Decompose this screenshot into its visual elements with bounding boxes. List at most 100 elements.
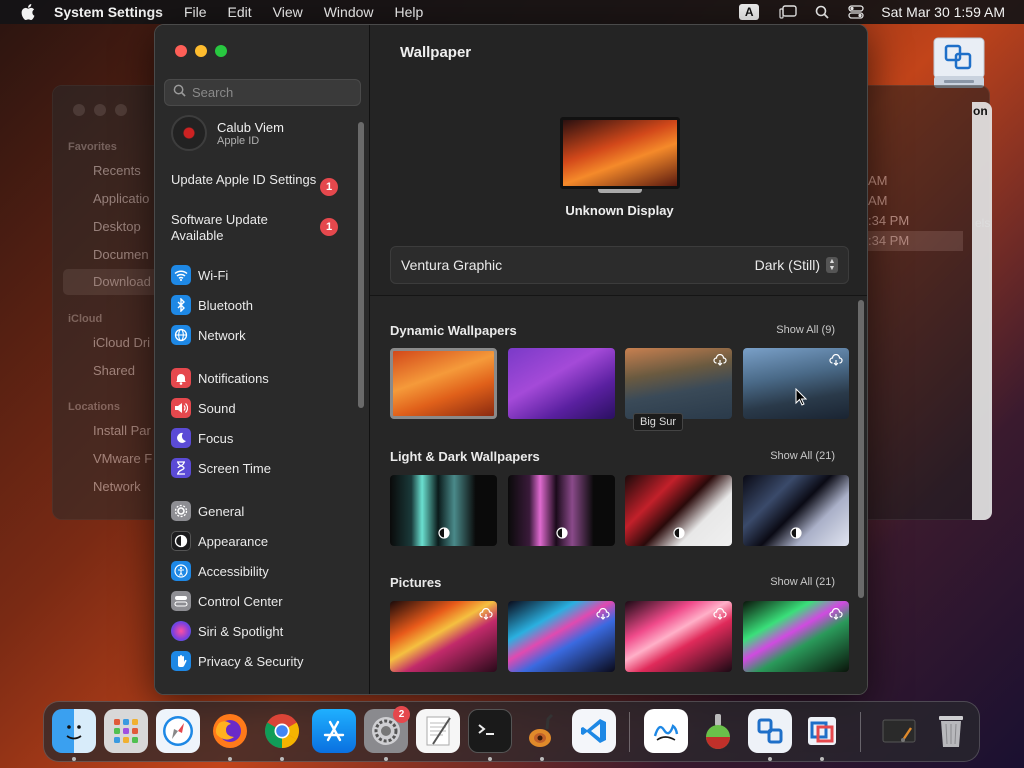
control-center-icon[interactable] bbox=[847, 3, 865, 21]
sidebar-item-label: Accessibility bbox=[198, 563, 269, 579]
finder-item-shared[interactable]: Shared bbox=[93, 363, 135, 378]
downloads-stack-icon[interactable] bbox=[877, 709, 921, 753]
menu-view[interactable]: View bbox=[273, 4, 303, 20]
menu-help[interactable]: Help bbox=[395, 4, 424, 20]
notice-badge: 1 bbox=[320, 218, 338, 236]
minimize-button[interactable] bbox=[195, 45, 207, 57]
sidebar-item-siri-spotlight[interactable]: Siri & Spotlight bbox=[171, 619, 283, 643]
menu-app-name[interactable]: System Settings bbox=[54, 4, 163, 20]
sidebar-item-bluetooth[interactable]: Bluetooth bbox=[171, 293, 253, 317]
settings-sidebar: Calub Viem Apple ID Update Apple ID Sett… bbox=[155, 25, 370, 694]
finder-row-time[interactable]: :34 PM bbox=[868, 211, 963, 231]
running-indicator bbox=[228, 757, 232, 761]
sidebar-item-notifications[interactable]: Notifications bbox=[171, 366, 269, 390]
stage-manager-icon[interactable] bbox=[779, 3, 797, 21]
apple-id-account[interactable]: Calub Viem Apple ID bbox=[171, 115, 284, 151]
sidebar-scrollbar[interactable] bbox=[358, 122, 364, 408]
speaker-icon bbox=[171, 398, 191, 418]
bluetooth-icon bbox=[171, 295, 191, 315]
running-indicator bbox=[820, 757, 824, 761]
menu-clock[interactable]: Sat Mar 30 1:59 AM bbox=[881, 4, 1005, 20]
moon-icon bbox=[171, 428, 191, 448]
safari-icon[interactable] bbox=[156, 709, 200, 753]
sidebar-item-general[interactable]: General bbox=[171, 499, 244, 523]
garageband-icon[interactable] bbox=[520, 709, 564, 753]
background-window-edge bbox=[972, 102, 992, 520]
appearance-mode-popup[interactable]: Dark (Still) ▲ ▼ bbox=[755, 257, 838, 273]
dock-separator bbox=[860, 712, 861, 752]
show-all-dynamic-button[interactable]: Show All (9) bbox=[765, 324, 835, 336]
menu-extras: A Sat Mar 30 1:59 AM bbox=[739, 0, 1024, 24]
sidebar-item-accessibility[interactable]: Accessibility bbox=[171, 559, 269, 583]
search-icon bbox=[173, 84, 186, 102]
spotlight-icon[interactable] bbox=[813, 3, 831, 21]
finder-item-network[interactable]: Network bbox=[93, 479, 141, 494]
menu-window[interactable]: Window bbox=[324, 4, 374, 20]
content-scrollbar[interactable] bbox=[858, 300, 864, 598]
download-cloud-icon bbox=[596, 607, 610, 621]
apple-menu-icon[interactable] bbox=[20, 4, 36, 20]
menu-file[interactable]: File bbox=[184, 4, 207, 20]
show-all-pictures-button[interactable]: Show All (21) bbox=[765, 576, 835, 588]
finder-row-time[interactable]: :34 PM bbox=[868, 231, 963, 251]
wallpaper-thumb-monterey[interactable] bbox=[508, 348, 615, 419]
display-name: Unknown Display bbox=[565, 203, 674, 218]
hourglass-icon bbox=[171, 458, 191, 478]
window-controls bbox=[175, 45, 227, 57]
finder-section-icloud: iCloud bbox=[68, 313, 103, 325]
chrome-icon[interactable] bbox=[260, 709, 304, 753]
sidebar-item-sound[interactable]: Sound bbox=[171, 396, 236, 420]
finder-item-documents[interactable]: Documen bbox=[93, 247, 149, 262]
update-apple-id-notice[interactable]: Update Apple ID Settings bbox=[171, 172, 321, 188]
running-indicator bbox=[488, 757, 492, 761]
menu-edit[interactable]: Edit bbox=[228, 4, 252, 20]
desktop-drive-icon[interactable] bbox=[932, 36, 986, 92]
section-pictures: Pictures bbox=[390, 575, 442, 590]
sidebar-item-screen-time[interactable]: Screen Time bbox=[171, 456, 271, 480]
freeform-icon[interactable] bbox=[644, 709, 688, 753]
sidebar-item-wifi[interactable]: Wi-Fi bbox=[171, 263, 228, 287]
finder-row-time[interactable]: AM bbox=[868, 191, 963, 211]
finder-item-desktop[interactable]: Desktop bbox=[93, 219, 141, 234]
vscode-icon[interactable] bbox=[572, 709, 616, 753]
wallpaper-thumb-ventura[interactable] bbox=[390, 348, 497, 419]
avatar bbox=[171, 115, 207, 151]
show-all-light-dark-button[interactable]: Show All (21) bbox=[765, 450, 835, 462]
input-source-indicator[interactable]: A bbox=[739, 4, 760, 20]
finder-item-icloud-drive[interactable]: iCloud Dri bbox=[93, 335, 150, 350]
sidebar-search[interactable] bbox=[164, 79, 361, 106]
menu-bar: System Settings File Edit View Window He… bbox=[0, 0, 1024, 24]
sidebar-item-label: Screen Time bbox=[198, 460, 271, 476]
sidebar-item-control-center[interactable]: Control Center bbox=[171, 589, 283, 613]
appearance-icon bbox=[672, 526, 686, 540]
appearance-icon bbox=[789, 526, 803, 540]
finder-row-time[interactable]: AM bbox=[868, 171, 963, 191]
close-button[interactable] bbox=[175, 45, 187, 57]
remote-desktop-icon[interactable] bbox=[748, 709, 792, 753]
finder-item-install[interactable]: Install Par bbox=[93, 423, 151, 438]
software-update-notice[interactable]: Software Update Available bbox=[171, 212, 321, 244]
running-indicator bbox=[384, 757, 388, 761]
vmware-icon[interactable] bbox=[800, 709, 844, 753]
globe-icon bbox=[171, 325, 191, 345]
textedit-icon[interactable] bbox=[416, 709, 460, 753]
sidebar-item-label: Control Center bbox=[198, 593, 283, 609]
sidebar-item-privacy-security[interactable]: Privacy & Security bbox=[171, 649, 303, 673]
finder-icon[interactable] bbox=[52, 709, 96, 753]
app-store-icon[interactable] bbox=[312, 709, 356, 753]
trash-icon[interactable] bbox=[929, 709, 973, 753]
search-input[interactable] bbox=[192, 85, 352, 100]
terminal-icon[interactable] bbox=[468, 709, 512, 753]
launchpad-icon[interactable] bbox=[104, 709, 148, 753]
sidebar-item-appearance[interactable]: Appearance bbox=[171, 529, 268, 553]
disk-utility-icon[interactable] bbox=[696, 709, 740, 753]
finder-item-recents[interactable]: Recents bbox=[93, 163, 141, 178]
sidebar-item-network[interactable]: Network bbox=[171, 323, 246, 347]
finder-item-applications[interactable]: Applicatio bbox=[93, 191, 149, 206]
download-cloud-icon bbox=[479, 607, 493, 621]
firefox-icon[interactable] bbox=[208, 709, 252, 753]
sidebar-item-label: Notifications bbox=[198, 370, 269, 386]
finder-item-vmware[interactable]: VMware F bbox=[93, 451, 152, 466]
sidebar-item-focus[interactable]: Focus bbox=[171, 426, 233, 450]
zoom-button[interactable] bbox=[215, 45, 227, 57]
